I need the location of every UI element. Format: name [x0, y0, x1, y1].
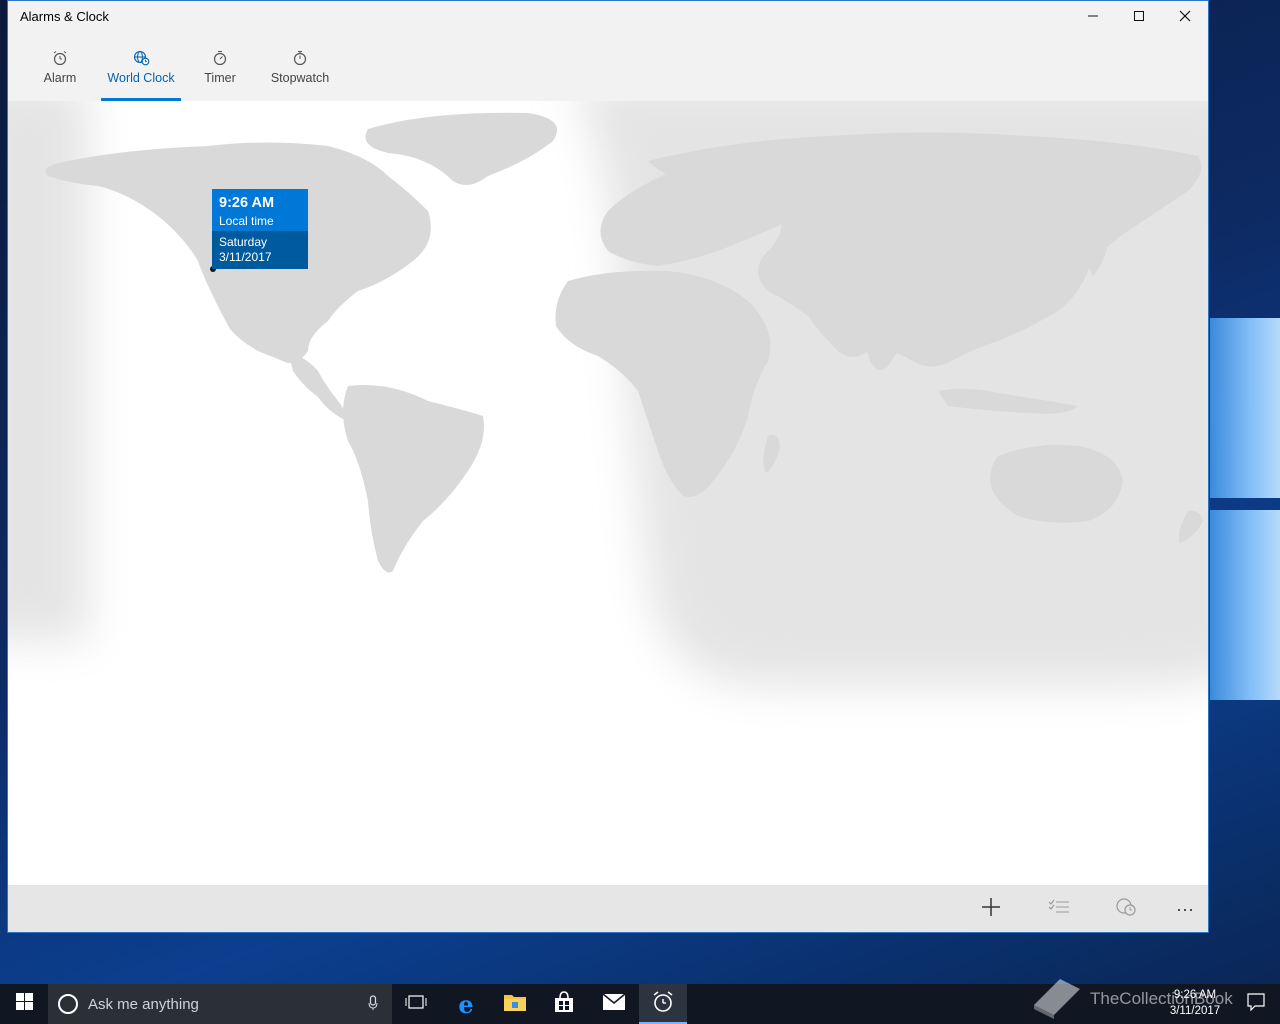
tab-world-clock[interactable]: World Clock [101, 33, 181, 101]
task-view-icon [405, 994, 427, 1015]
command-bar: ··· [8, 885, 1208, 932]
timer-icon [212, 50, 228, 68]
select-icon [1048, 899, 1070, 920]
book-icon [1030, 975, 1082, 1024]
file-explorer-taskbar-button[interactable] [491, 984, 539, 1024]
south-america [343, 385, 484, 573]
notification-icon [1247, 992, 1265, 1016]
add-city-button[interactable] [966, 885, 1016, 932]
close-button[interactable] [1162, 1, 1208, 33]
search-placeholder: Ask me anything [88, 995, 199, 1013]
local-date: 3/11/2017 [219, 250, 272, 264]
watermark: TheCollectionBook [1030, 976, 1233, 1022]
globe-clock-icon [133, 50, 150, 68]
tab-bar: Alarm World Clock Timer Stopwatch [8, 33, 1208, 101]
world-map[interactable]: 9:26 AM Local time Saturday 3/11/2017 [8, 101, 1208, 885]
local-time-label: Local time [219, 214, 274, 228]
alarms-clock-taskbar-button[interactable] [639, 984, 687, 1024]
local-date-block: Saturday 3/11/2017 [212, 231, 308, 269]
task-view-button[interactable] [392, 984, 440, 1024]
edge-icon: e [458, 989, 474, 1019]
mail-icon [602, 992, 626, 1016]
cortana-icon [58, 994, 78, 1014]
greenland [365, 112, 558, 185]
tab-alarm[interactable]: Alarm [38, 33, 82, 101]
desktop-windows-logo [1210, 290, 1280, 710]
tab-timer[interactable]: Timer [200, 33, 240, 101]
stopwatch-icon [292, 50, 308, 68]
store-taskbar-button[interactable] [540, 984, 588, 1024]
store-icon [553, 990, 575, 1018]
cortana-search-box[interactable]: Ask me anything [48, 984, 392, 1024]
central-america [288, 351, 345, 419]
plus-icon [981, 897, 1001, 922]
mail-taskbar-button[interactable] [590, 984, 638, 1024]
start-button[interactable] [0, 984, 48, 1024]
more-icon: ··· [1176, 899, 1194, 919]
action-center-button[interactable] [1232, 984, 1280, 1024]
maximize-icon [1133, 9, 1145, 26]
folder-icon [503, 992, 527, 1017]
compare-icon [1115, 897, 1137, 922]
close-icon [1179, 9, 1191, 26]
alarm-clock-icon [52, 50, 68, 68]
minimize-button[interactable] [1070, 1, 1116, 33]
compare-button[interactable] [1101, 885, 1151, 932]
local-time: 9:26 AM [219, 195, 275, 211]
window-title: Alarms & Clock [20, 9, 109, 24]
select-button[interactable] [1034, 885, 1084, 932]
minimize-icon [1087, 9, 1099, 26]
alarm-clock-icon [652, 990, 674, 1018]
local-day: Saturday [219, 235, 268, 249]
edge-taskbar-button[interactable]: e [442, 984, 490, 1024]
title-bar: Alarms & Clock [8, 1, 1208, 33]
microphone-icon[interactable] [368, 994, 378, 1014]
watermark-text: TheCollectionBook [1090, 989, 1233, 1008]
tab-stopwatch[interactable]: Stopwatch [268, 33, 332, 101]
windows-logo-icon [15, 993, 33, 1015]
local-time-card[interactable]: 9:26 AM Local time Saturday 3/11/2017 [212, 189, 308, 269]
maximize-button[interactable] [1116, 1, 1162, 33]
alarms-clock-window: Alarms & Clock Alarm World Clock Timer S… [7, 0, 1209, 933]
more-button[interactable]: ··· [1160, 885, 1208, 932]
local-time-card-header: 9:26 AM Local time [212, 189, 308, 231]
